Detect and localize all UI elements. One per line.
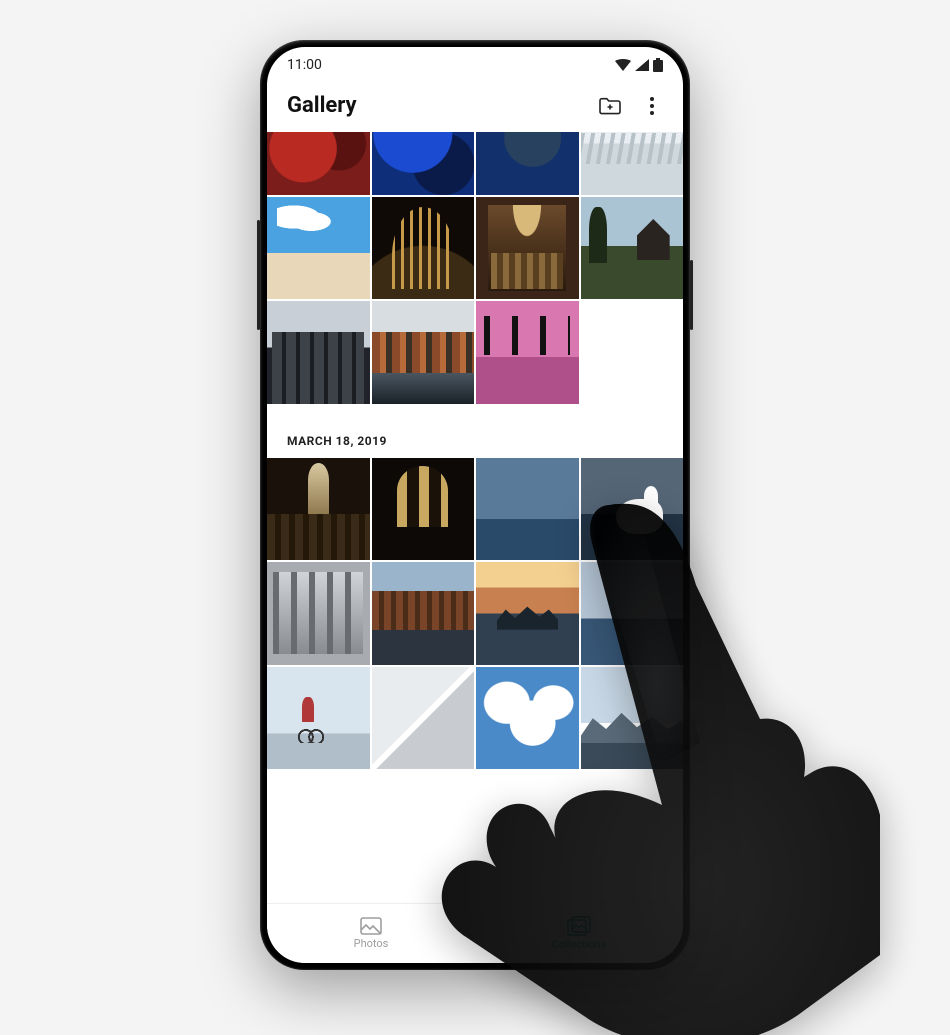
photo-thumb[interactable]: [476, 197, 579, 300]
more-vert-icon: [650, 97, 654, 115]
nav-collections[interactable]: Collections: [475, 904, 683, 963]
wifi-icon: [615, 59, 631, 71]
photo-thumb[interactable]: [372, 562, 475, 665]
photo-thumb[interactable]: [267, 562, 370, 665]
photos-icon: [360, 917, 382, 935]
photo-thumb[interactable]: [372, 197, 475, 300]
page-title: Gallery: [287, 93, 357, 118]
collections-icon: [567, 916, 591, 936]
phone-frame: 11:00 Gallery: [260, 40, 690, 970]
photo-thumb[interactable]: [372, 458, 475, 561]
more-button[interactable]: [641, 95, 663, 117]
section-date-label: MARCH 18, 2019: [267, 404, 683, 458]
photo-thumb[interactable]: [372, 132, 475, 195]
status-bar: 11:00: [267, 47, 683, 75]
photo-thumb[interactable]: [581, 197, 684, 300]
photo-thumb[interactable]: [267, 132, 370, 195]
nav-photos[interactable]: Photos: [267, 904, 475, 963]
photo-grid: [267, 132, 683, 404]
photo-thumb[interactable]: [267, 458, 370, 561]
volume-rocker: [257, 220, 260, 330]
bottom-nav: Photos Collections: [267, 903, 683, 963]
photo-thumb[interactable]: [267, 667, 370, 770]
screen: 11:00 Gallery: [267, 47, 683, 963]
app-header: Gallery: [267, 75, 683, 132]
new-folder-button[interactable]: [599, 95, 621, 117]
photo-thumb[interactable]: [476, 301, 579, 404]
photo-thumb[interactable]: [372, 667, 475, 770]
photo-thumb[interactable]: [581, 667, 684, 770]
photo-thumb[interactable]: [267, 301, 370, 404]
photo-thumb[interactable]: [581, 458, 684, 561]
photo-thumb[interactable]: [581, 562, 684, 665]
status-icons: [615, 58, 663, 72]
photo-thumb[interactable]: [267, 197, 370, 300]
nav-collections-label: Collections: [552, 938, 607, 951]
gallery-scroll[interactable]: MARCH 18, 2019: [267, 132, 683, 903]
photo-grid: [267, 458, 683, 770]
photo-thumb[interactable]: [476, 132, 579, 195]
photo-thumb[interactable]: [476, 667, 579, 770]
empty-cell: [581, 301, 684, 404]
battery-icon: [653, 58, 663, 72]
new-folder-icon: [599, 97, 621, 115]
photo-thumb[interactable]: [476, 562, 579, 665]
signal-icon: [635, 59, 649, 71]
photo-thumb[interactable]: [476, 458, 579, 561]
status-time: 11:00: [287, 57, 322, 73]
power-button: [690, 260, 693, 330]
nav-photos-label: Photos: [354, 937, 389, 950]
photo-thumb[interactable]: [581, 132, 684, 195]
photo-thumb[interactable]: [372, 301, 475, 404]
